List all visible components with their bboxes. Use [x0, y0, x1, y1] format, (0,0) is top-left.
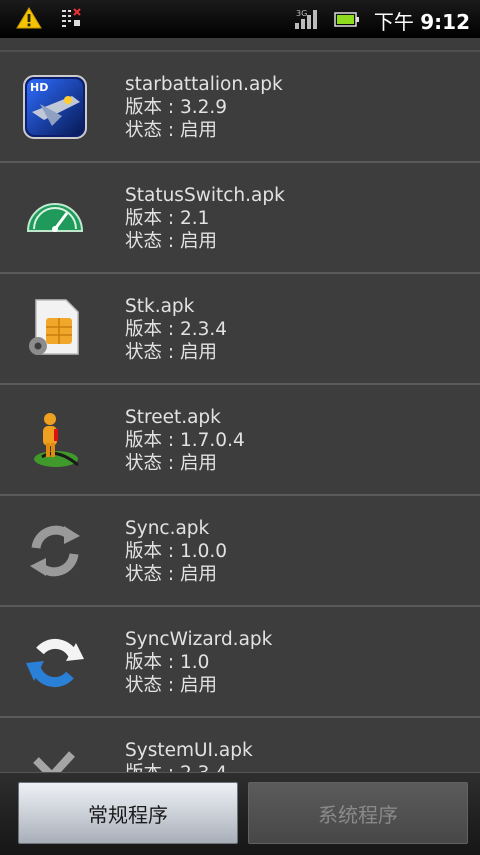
app-name: Stk.apk: [125, 296, 195, 317]
app-version: 版本 : 3.2.9: [125, 97, 228, 118]
bottom-tab-bar: 常规程序 系统程序: [0, 772, 480, 855]
list-top-edge: [0, 38, 480, 52]
app-version: 版本 : 2.1: [125, 208, 210, 229]
app-name: Sync.apk: [125, 518, 210, 539]
warning-icon: [16, 6, 42, 34]
status-bar: 3G 下午 9:12: [0, 0, 480, 39]
app-status: 状态 : 启用: [125, 564, 217, 585]
app-name: SyncWizard.apk: [125, 629, 273, 650]
street-view-pegman-icon: [22, 407, 88, 473]
sim-card-icon: [22, 296, 88, 362]
app-name: StatusSwitch.apk: [125, 185, 285, 206]
app-version: 版本 : 1.0.0: [125, 541, 228, 562]
app-status: 状态 : 启用: [125, 675, 217, 696]
svg-text:3G: 3G: [296, 9, 307, 18]
tab-system-programs[interactable]: 系统程序: [248, 782, 468, 844]
app-status: 状态 : 启用: [125, 120, 217, 141]
clock-time: 9:12: [420, 10, 470, 34]
app-version: 版本 : 1.7.0.4: [125, 430, 245, 451]
list-item[interactable]: Street.apk 版本 : 1.7.0.4 状态 : 启用: [0, 385, 480, 496]
app-name: Street.apk: [125, 407, 221, 428]
tab-regular-programs[interactable]: 常规程序: [18, 782, 238, 844]
list-item[interactable]: SystemUI.apk 版本 : 2.3.4: [0, 718, 480, 772]
starbattalion-icon: HD: [22, 74, 88, 140]
list-item[interactable]: SyncWizard.apk 版本 : 1.0 状态 : 启用: [0, 607, 480, 718]
list-item[interactable]: Stk.apk 版本 : 2.3.4 状态 : 启用: [0, 274, 480, 385]
app-status: 状态 : 启用: [125, 342, 217, 363]
list-item[interactable]: Sync.apk 版本 : 1.0.0 状态 : 启用: [0, 496, 480, 607]
battery-icon: [334, 9, 360, 33]
app-name: starbattalion.apk: [125, 74, 283, 95]
app-status: 状态 : 启用: [125, 453, 217, 474]
app-version: 版本 : 2.3.4: [125, 319, 228, 340]
list-item[interactable]: HD starbattalion.apk 版本 : 3.2.9 状态 : 启用: [0, 52, 480, 163]
app-version: 版本 : 2.3.4: [125, 762, 253, 772]
sync-wizard-icon: [22, 629, 88, 695]
usb-debug-icon: [60, 6, 82, 34]
app-name: SystemUI.apk: [125, 740, 253, 761]
app-status: 状态 : 启用: [125, 231, 217, 252]
app-version: 版本 : 1.0: [125, 652, 210, 673]
list-item[interactable]: StatusSwitch.apk 版本 : 2.1 状态 : 启用: [0, 163, 480, 274]
gauge-icon: [22, 185, 88, 251]
system-ui-icon: [22, 740, 88, 772]
signal-icon: 3G: [294, 7, 320, 35]
app-list[interactable]: HD starbattalion.apk 版本 : 3.2.9 状态 : 启用 …: [0, 38, 480, 772]
svg-text:HD: HD: [30, 81, 48, 94]
clock: 下午 9:12: [374, 6, 470, 35]
clock-period: 下午: [373, 10, 414, 34]
sync-icon: [22, 518, 88, 584]
